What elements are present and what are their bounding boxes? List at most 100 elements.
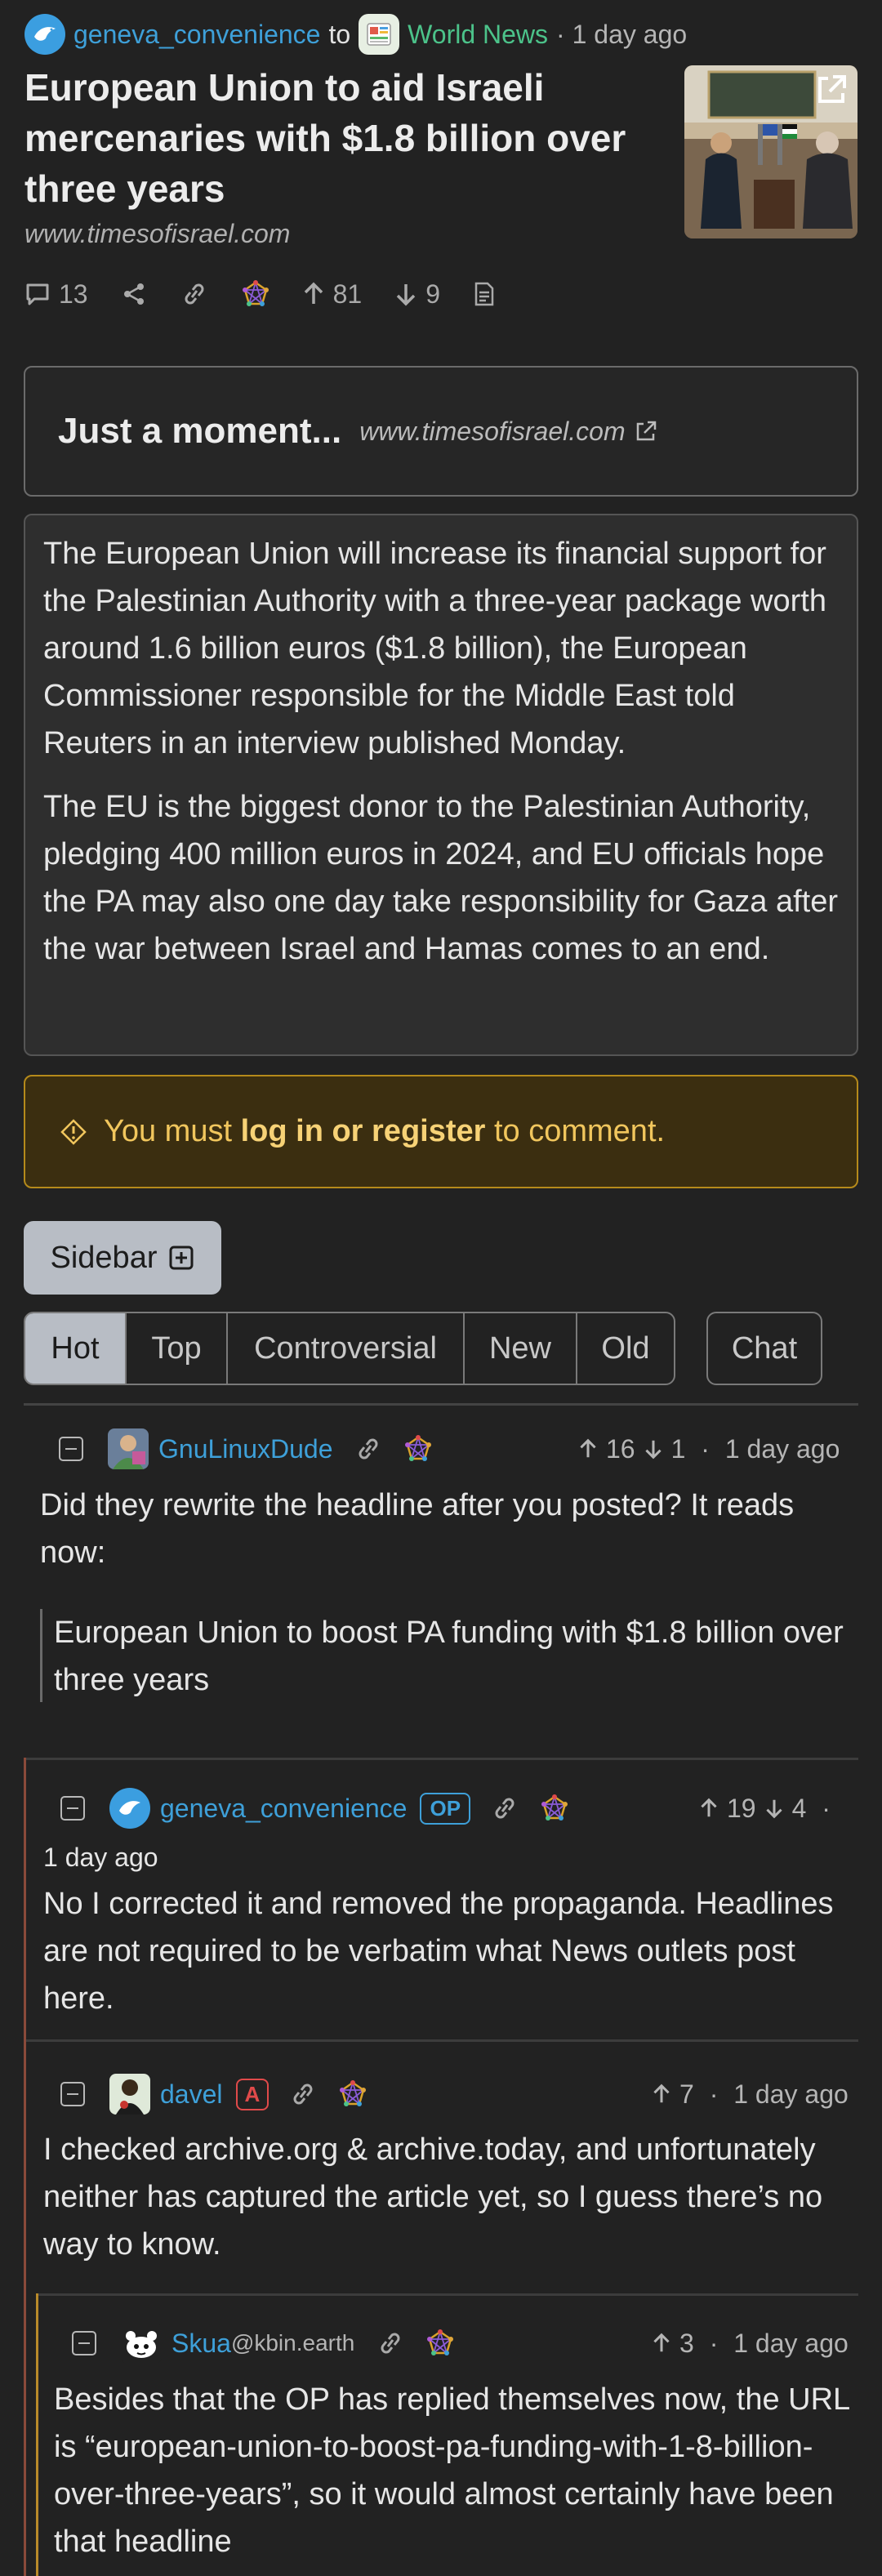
post-domain[interactable]: www.timesofisrael.com xyxy=(24,219,290,249)
comment-time: 1 day ago xyxy=(733,2328,849,2358)
comment-votes: 19 4 · xyxy=(699,1787,831,1829)
upvote-count: 3 xyxy=(679,2328,694,2358)
post-body: The European Union will increase its fin… xyxy=(24,514,858,1056)
comment-author-link[interactable]: GnuLinuxDude xyxy=(158,1434,332,1464)
comment-quote: European Union to boost PA funding with … xyxy=(40,1609,858,1702)
reply-separator xyxy=(26,2039,858,2042)
comment-author-link[interactable]: Skua xyxy=(172,2329,231,2359)
warning-diamond-icon xyxy=(60,1118,87,1145)
fediverse-icon[interactable] xyxy=(541,1794,568,1822)
comment-text: No I corrected it and removed the propag… xyxy=(43,1887,834,2016)
downvote-count: 4 xyxy=(791,1793,807,1823)
link-icon[interactable] xyxy=(376,2330,405,2356)
link-icon[interactable] xyxy=(354,1436,383,1462)
separator-dot: · xyxy=(814,1793,831,1823)
comment-count: 13 xyxy=(59,279,88,309)
post-thumbnail[interactable] xyxy=(684,65,858,238)
to-label: to xyxy=(328,19,351,49)
fediverse-icon[interactable] xyxy=(404,1435,432,1463)
collapse-button[interactable] xyxy=(60,1796,85,1821)
alert-text: You must log in or register to comment. xyxy=(104,1114,665,1149)
author-instance: @kbin.earth xyxy=(230,2330,355,2355)
comment-header: Skua @kbin.earth xyxy=(72,2322,475,2364)
chat-view-button[interactable]: Chat xyxy=(706,1312,822,1385)
link-icon[interactable] xyxy=(490,1795,519,1821)
body-paragraph-1: The European Union will increase its fin… xyxy=(43,537,826,760)
comment-author-link[interactable]: geneva_convenience xyxy=(160,1794,407,1824)
document-icon xyxy=(474,282,494,306)
post-time: · 1 day ago xyxy=(556,19,688,49)
open-external-icon[interactable] xyxy=(812,70,851,109)
comment-author-link[interactable]: davel xyxy=(160,2079,223,2110)
tab-old[interactable]: Old xyxy=(577,1313,674,1384)
arrow-up-icon xyxy=(304,282,323,304)
user-avatar-image xyxy=(108,1428,149,1469)
downvote-count: 1 xyxy=(670,1433,686,1464)
view-source-button[interactable] xyxy=(473,281,496,307)
upvote-count: 81 xyxy=(332,279,363,309)
arrow-up-icon[interactable] xyxy=(652,2332,671,2355)
avatar[interactable] xyxy=(109,1788,150,1829)
link-icon xyxy=(185,283,204,305)
community-icon[interactable] xyxy=(359,14,400,55)
user-avatar-image xyxy=(109,2074,150,2115)
comment-header: geneva_convenience OP xyxy=(60,1787,590,1829)
separator-dot: · xyxy=(693,1433,717,1464)
login-register-link[interactable]: log in or register xyxy=(241,1114,486,1148)
separator-dot: · xyxy=(702,2079,726,2109)
avatar[interactable] xyxy=(109,2074,150,2115)
link-button[interactable] xyxy=(180,281,209,307)
fediverse-icon[interactable] xyxy=(339,2080,367,2108)
comment-header: GnuLinuxDude xyxy=(59,1428,453,1470)
link-embed-card[interactable]: Just a moment... www.timesofisrael.com xyxy=(24,366,858,497)
tab-new[interactable]: New xyxy=(465,1313,577,1384)
post-title[interactable]: European Union to aid Israeli mercenarie… xyxy=(24,62,662,214)
downvote-button[interactable]: 9 xyxy=(394,279,440,310)
avatar[interactable] xyxy=(108,1428,149,1469)
upvote-count: 19 xyxy=(727,1793,756,1823)
upvote-button[interactable]: 81 xyxy=(302,279,363,310)
avatar[interactable] xyxy=(121,2323,162,2364)
tab-hot[interactable]: Hot xyxy=(25,1313,127,1384)
comments-button[interactable]: 13 xyxy=(24,279,88,310)
arrow-up-icon[interactable] xyxy=(652,2083,671,2106)
fediverse-button[interactable] xyxy=(242,280,270,308)
tab-top[interactable]: Top xyxy=(127,1313,228,1384)
comment-votes: 3 · 1 day ago xyxy=(652,2322,849,2364)
arrow-up-icon[interactable] xyxy=(578,1437,598,1460)
login-alert: You must log in or register to comment. xyxy=(24,1075,858,1188)
sidebar-toggle-button[interactable]: Sidebar xyxy=(24,1221,221,1295)
collapse-button[interactable] xyxy=(60,2082,85,2106)
fediverse-icon xyxy=(242,280,269,306)
collapse-button[interactable] xyxy=(59,1437,83,1461)
fediverse-icon[interactable] xyxy=(426,2329,454,2357)
sidebar-label: Sidebar xyxy=(50,1240,158,1275)
comment-time: 1 day ago xyxy=(733,2079,849,2109)
embed-title: Just a moment... xyxy=(58,411,342,451)
arrow-up-icon[interactable] xyxy=(699,1797,719,1820)
author-avatar[interactable] xyxy=(24,14,65,55)
embed-domain[interactable]: www.timesofisrael.com xyxy=(359,417,657,447)
collapse-button[interactable] xyxy=(72,2331,96,2355)
comment-time: 1 day ago xyxy=(724,1433,840,1464)
comment-votes: 7 · 1 day ago xyxy=(652,2073,849,2115)
reply-separator xyxy=(38,2293,858,2296)
arrow-down-icon xyxy=(396,284,416,306)
arrow-down-icon[interactable] xyxy=(764,1797,784,1820)
link-icon[interactable] xyxy=(288,2081,318,2107)
embed-domain-text: www.timesofisrael.com xyxy=(359,416,626,446)
comment-header: davel A xyxy=(60,2073,388,2115)
post-meta: geneva_convenience to World News · 1 day… xyxy=(24,14,688,55)
reply-separator xyxy=(26,1758,858,1760)
community-link[interactable]: World News xyxy=(408,20,548,50)
share-button[interactable] xyxy=(121,281,147,307)
arrow-down-icon[interactable] xyxy=(644,1437,663,1460)
thread-line[interactable] xyxy=(24,1758,26,2576)
user-avatar-image xyxy=(121,2323,162,2364)
post-author-link[interactable]: geneva_convenience xyxy=(74,20,320,50)
newspaper-icon xyxy=(367,23,391,46)
comment-time: 1 day ago xyxy=(43,1843,158,1872)
tab-controversial[interactable]: Controversial xyxy=(228,1313,465,1384)
thread-line[interactable] xyxy=(36,2293,38,2576)
comment-text: Besides that the OP has replied themselv… xyxy=(54,2382,849,2559)
